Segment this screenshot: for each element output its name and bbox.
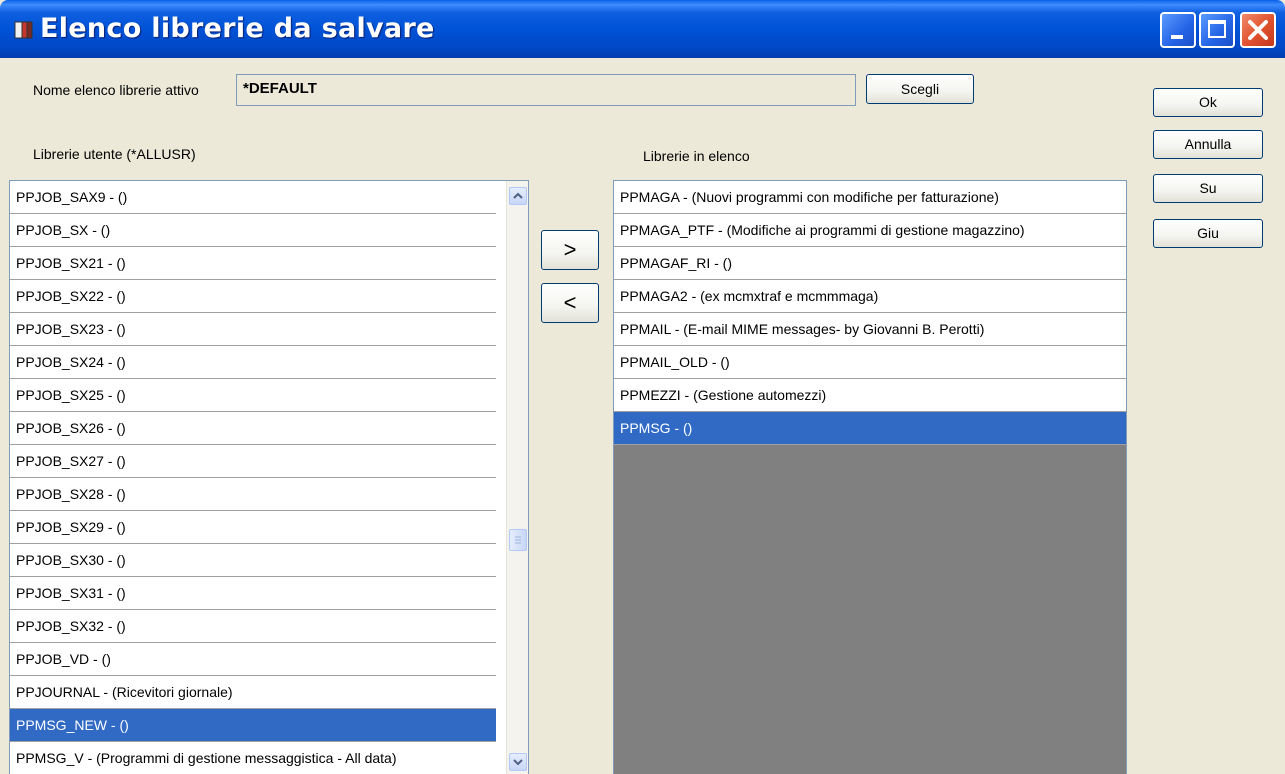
maximize-icon <box>1208 20 1226 38</box>
user-library-item[interactable]: PPJOB_SX25 - () <box>10 379 496 412</box>
close-button[interactable] <box>1240 12 1276 48</box>
listed-library-item[interactable]: PPMSG - () <box>614 412 1126 445</box>
dialog-window: Elenco librerie da salvare Nome elenco l… <box>0 0 1285 774</box>
close-icon <box>1248 20 1268 40</box>
window-title: Elenco librerie da salvare <box>40 13 435 44</box>
minimize-button[interactable] <box>1160 12 1196 48</box>
user-library-item[interactable]: PPJOB_SX32 - () <box>10 610 496 643</box>
user-library-item[interactable]: PPJOB_SX29 - () <box>10 511 496 544</box>
maximize-button[interactable] <box>1199 12 1235 48</box>
listed-library-item[interactable]: PPMAIL - (E-mail MIME messages- by Giova… <box>614 313 1126 346</box>
add-library-button[interactable]: > <box>541 230 599 270</box>
user-library-item[interactable]: PPJOB_SX24 - () <box>10 346 496 379</box>
active-list-label: Nome elenco librerie attivo <box>33 82 199 98</box>
user-library-item[interactable]: PPJOURNAL - (Ricevitori giornale) <box>10 676 496 709</box>
user-library-item[interactable]: PPJOB_VD - () <box>10 643 496 676</box>
user-library-item[interactable]: PPMSG_V - (Programmi di gestione messagg… <box>10 742 496 774</box>
minimize-icon <box>1171 35 1183 39</box>
scroll-down-button[interactable] <box>509 753 527 771</box>
listed-library-item[interactable]: PPMAIL_OLD - () <box>614 346 1126 379</box>
listed-libraries-label: Librerie in elenco <box>643 148 750 164</box>
user-library-item[interactable]: PPJOB_SX30 - () <box>10 544 496 577</box>
listed-library-item[interactable]: PPMEZZI - (Gestione automezzi) <box>614 379 1126 412</box>
listed-library-item[interactable]: PPMAGAF_RI - () <box>614 247 1126 280</box>
user-library-item[interactable]: PPJOB_SX21 - () <box>10 247 496 280</box>
listed-library-item[interactable]: PPMAGA_PTF - (Modifiche ai programmi di … <box>614 214 1126 247</box>
user-libraries-label: Librerie utente (*ALLUSR) <box>33 146 196 162</box>
user-library-item[interactable]: PPJOB_SX - () <box>10 214 496 247</box>
move-up-button[interactable]: Su <box>1153 174 1263 203</box>
listed-library-item[interactable]: PPMAGA2 - (ex mcmxtraf e mcmmmaga) <box>614 280 1126 313</box>
chevron-down-icon <box>513 759 523 766</box>
ok-button[interactable]: Ok <box>1153 88 1263 117</box>
choose-button[interactable]: Scegli <box>866 74 974 104</box>
active-list-field: *DEFAULT <box>236 74 856 106</box>
listed-library-item[interactable]: PPMAGA - (Nuovi programmi con modifiche … <box>614 181 1126 214</box>
remove-library-button[interactable]: < <box>541 283 599 323</box>
chevron-up-icon <box>513 192 523 199</box>
grip-icon <box>515 536 521 544</box>
user-library-item[interactable]: PPJOB_SX28 - () <box>10 478 496 511</box>
listed-libraries-rows: PPMAGA - (Nuovi programmi con modifiche … <box>614 181 1126 445</box>
user-library-item[interactable]: PPJOB_SX22 - () <box>10 280 496 313</box>
user-library-item[interactable]: PPJOB_SX31 - () <box>10 577 496 610</box>
app-icon <box>14 21 33 39</box>
scroll-thumb[interactable] <box>509 529 527 551</box>
user-library-item[interactable]: PPJOB_SX26 - () <box>10 412 496 445</box>
listed-libraries-list[interactable]: PPMAGA - (Nuovi programmi con modifiche … <box>613 180 1127 774</box>
left-list-scrollbar[interactable] <box>506 181 528 774</box>
title-bar[interactable]: Elenco librerie da salvare <box>0 0 1285 58</box>
user-library-item[interactable]: PPMSG_NEW - () <box>10 709 496 742</box>
user-library-item[interactable]: PPJOB_SAX9 - () <box>10 181 496 214</box>
user-libraries-list[interactable]: PPJOB_SAX9 - () PPJOB_SX - () PPJOB_SX21 -… <box>9 180 529 774</box>
user-library-item[interactable]: PPJOB_SX23 - () <box>10 313 496 346</box>
user-libraries-rows: PPJOB_SAX9 - () PPJOB_SX - () PPJOB_SX21 -… <box>10 181 528 774</box>
move-down-button[interactable]: Giu <box>1153 219 1263 248</box>
cancel-button[interactable]: Annulla <box>1153 130 1263 159</box>
user-library-item[interactable]: PPJOB_SX27 - () <box>10 445 496 478</box>
scroll-up-button[interactable] <box>509 187 527 205</box>
